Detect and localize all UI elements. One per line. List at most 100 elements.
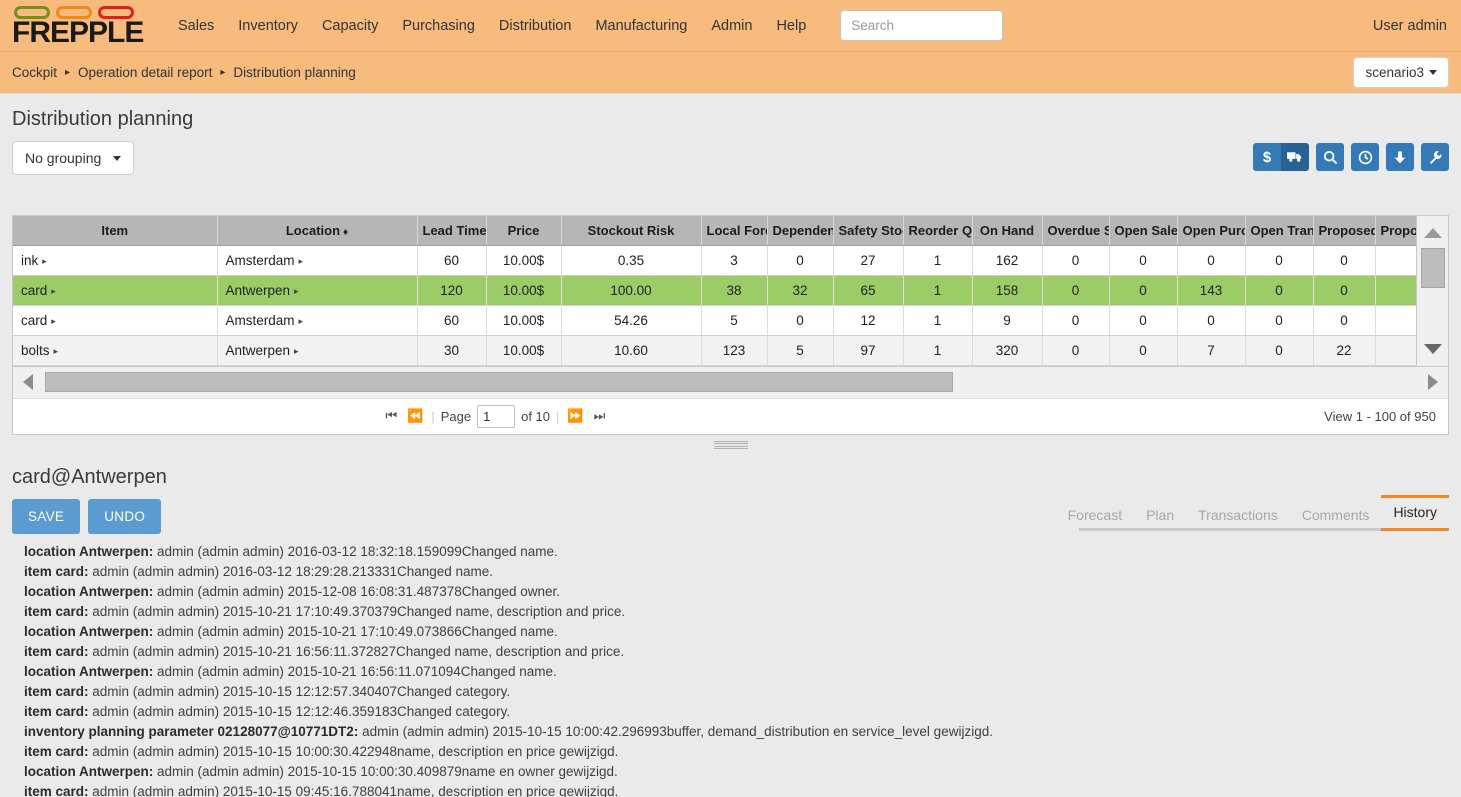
history-entry-subject: item card: [24, 604, 89, 619]
cell-stockout-risk: 54.26 [561, 305, 701, 335]
breadcrumb-item-operation-detail-report[interactable]: Operation detail report [78, 65, 212, 80]
tab-history[interactable]: History [1381, 495, 1449, 531]
user-label[interactable]: User admin [1373, 18, 1447, 34]
first-page-icon[interactable]: ⏮ [383, 408, 399, 424]
cell-dependent-demand: 0 [767, 245, 833, 275]
tab-forecast[interactable]: Forecast [1056, 501, 1134, 531]
col-header-reorder-quantity[interactable]: Reorder Quantity [903, 216, 972, 245]
expand-icon: ▸ [54, 346, 59, 356]
detail-panel: card@Antwerpen SAVE UNDO Forecast Plan T… [0, 466, 1461, 797]
cell-item[interactable]: bolts▸ [13, 335, 217, 365]
scroll-down-icon[interactable] [1424, 344, 1442, 354]
grid-pager: ⏮ ⏪ | Page of 10 | ⏩ ⏭ View 1 - 100 of 9… [13, 398, 1448, 434]
horizontal-scroll-track[interactable] [45, 372, 1416, 392]
undo-button[interactable]: UNDO [88, 499, 161, 534]
col-header-dependent-demand[interactable]: Dependent Demand [767, 216, 833, 245]
col-header-location[interactable]: Location♦ [217, 216, 417, 245]
scenario-label: scenario3 [1365, 65, 1424, 80]
cell-overdue-sales-orders: 0 [1042, 245, 1109, 275]
menu-item-admin[interactable]: Admin [699, 10, 764, 42]
cell-location[interactable]: Amsterdam▸ [217, 245, 417, 275]
history-entry-text: admin (admin admin) 2015-10-15 10:00:42.… [358, 724, 993, 739]
menu-item-manufacturing[interactable]: Manufacturing [583, 10, 699, 42]
col-header-overdue-sales-orders[interactable]: Overdue Sales Orders [1042, 216, 1109, 245]
next-page-icon[interactable]: ⏩ [565, 408, 585, 424]
history-entry-subject: location Antwerpen: [24, 544, 153, 559]
col-header-lead-time[interactable]: Lead Time [417, 216, 486, 245]
menu-item-purchasing[interactable]: Purchasing [390, 10, 487, 42]
table-row[interactable]: card▸ Antwerpen▸ 120 10.00$ 100.00 38 32… [13, 275, 1416, 305]
col-header-proposed[interactable]: Proposed [1313, 216, 1375, 245]
grid-horizontal-scrollbar[interactable] [13, 366, 1448, 398]
grouping-selector[interactable]: No grouping [12, 141, 134, 175]
cell-on-hand: 320 [972, 335, 1042, 365]
cell-location[interactable]: Antwerpen▸ [217, 275, 417, 305]
cell-price: 10.00$ [486, 275, 561, 305]
col-header-on-hand[interactable]: On Hand [972, 216, 1042, 245]
breadcrumb-item-cockpit[interactable]: Cockpit [12, 65, 57, 80]
col-header-item[interactable]: Item [13, 216, 217, 245]
grid-header-row: Item Location♦ Lead Time Price Stockout … [13, 216, 1416, 245]
expand-icon: ▸ [51, 316, 56, 326]
search-input[interactable] [840, 10, 1003, 41]
menu-item-help[interactable]: Help [764, 10, 818, 42]
cell-open-purchases: 143 [1177, 275, 1245, 305]
save-button[interactable]: SAVE [12, 499, 80, 534]
scroll-up-icon[interactable] [1424, 228, 1442, 238]
table-row[interactable]: bolts▸ Antwerpen▸ 30 10.00$ 10.60 123 5 … [13, 335, 1416, 365]
cell-open-sales-orders: 0 [1109, 275, 1177, 305]
grid-viewport: Item Location♦ Lead Time Price Stockout … [13, 216, 1416, 366]
download-icon[interactable] [1386, 143, 1414, 171]
col-header-open-purchases[interactable]: Open Purchases [1177, 216, 1245, 245]
truck-icon[interactable] [1281, 143, 1309, 171]
tab-plan[interactable]: Plan [1134, 501, 1186, 531]
search-icon[interactable] [1316, 143, 1344, 171]
col-header-price[interactable]: Price [486, 216, 561, 245]
col-header-stockout-risk[interactable]: Stockout Risk [561, 216, 701, 245]
cell-location[interactable]: Amsterdam▸ [217, 305, 417, 335]
cell-price: 10.00$ [486, 245, 561, 275]
tab-transactions[interactable]: Transactions [1186, 501, 1290, 531]
cell-item[interactable]: card▸ [13, 275, 217, 305]
frepple-logo[interactable]: FREPPLE [12, 6, 140, 46]
history-entry: location Antwerpen: admin (admin admin) … [24, 582, 1437, 602]
scenario-selector[interactable]: scenario3 [1353, 57, 1449, 88]
expand-icon: ▸ [294, 286, 299, 296]
cell-item[interactable]: ink▸ [13, 245, 217, 275]
tab-comments[interactable]: Comments [1290, 501, 1382, 531]
cell-location[interactable]: Antwerpen▸ [217, 335, 417, 365]
breadcrumb: Cockpit ▸ Operation detail report ▸ Dist… [12, 65, 356, 80]
cell-safety-stock: 12 [833, 305, 903, 335]
col-header-proposed-purchases[interactable]: Proposed Purchases [1375, 216, 1416, 245]
wrench-icon[interactable] [1421, 143, 1449, 171]
cell-dependent-demand: 32 [767, 275, 833, 305]
table-row[interactable]: card▸ Amsterdam▸ 60 10.00$ 54.26 5 0 12 … [13, 305, 1416, 335]
horizontal-scroll-thumb[interactable] [45, 372, 953, 392]
grid-resize-handle[interactable] [714, 441, 748, 450]
col-header-local-forecast[interactable]: Local Forecast [701, 216, 767, 245]
cell-proposed-purchases [1375, 335, 1416, 365]
chevron-right-icon: ▸ [220, 67, 225, 78]
scroll-left-icon[interactable] [23, 374, 33, 390]
currency-icon[interactable]: $ [1253, 143, 1281, 171]
menu-item-inventory[interactable]: Inventory [226, 10, 310, 42]
grid-vertical-scrollbar[interactable] [1416, 216, 1448, 366]
clock-icon[interactable] [1351, 143, 1379, 171]
previous-page-icon[interactable]: ⏪ [405, 408, 425, 424]
cell-stockout-risk: 0.35 [561, 245, 701, 275]
cell-item[interactable]: card▸ [13, 305, 217, 335]
sort-ascending-icon: ♦ [343, 227, 348, 238]
scroll-right-icon[interactable] [1428, 374, 1438, 390]
menu-item-sales[interactable]: Sales [166, 10, 226, 42]
last-page-icon[interactable]: ⏭ [592, 408, 608, 424]
cell-lead-time: 30 [417, 335, 486, 365]
menu-item-capacity[interactable]: Capacity [310, 10, 390, 42]
col-header-open-sales-orders[interactable]: Open Sales Orders [1109, 216, 1177, 245]
vertical-scroll-thumb[interactable] [1421, 248, 1445, 288]
col-header-safety-stock[interactable]: Safety Stock [833, 216, 903, 245]
menu-item-distribution[interactable]: Distribution [487, 10, 584, 42]
table-row[interactable]: ink▸ Amsterdam▸ 60 10.00$ 0.35 3 0 27 1 … [13, 245, 1416, 275]
chevron-right-icon: ▸ [65, 67, 70, 78]
col-header-open-transfers[interactable]: Open Transfers [1245, 216, 1313, 245]
page-number-input[interactable] [477, 405, 515, 428]
